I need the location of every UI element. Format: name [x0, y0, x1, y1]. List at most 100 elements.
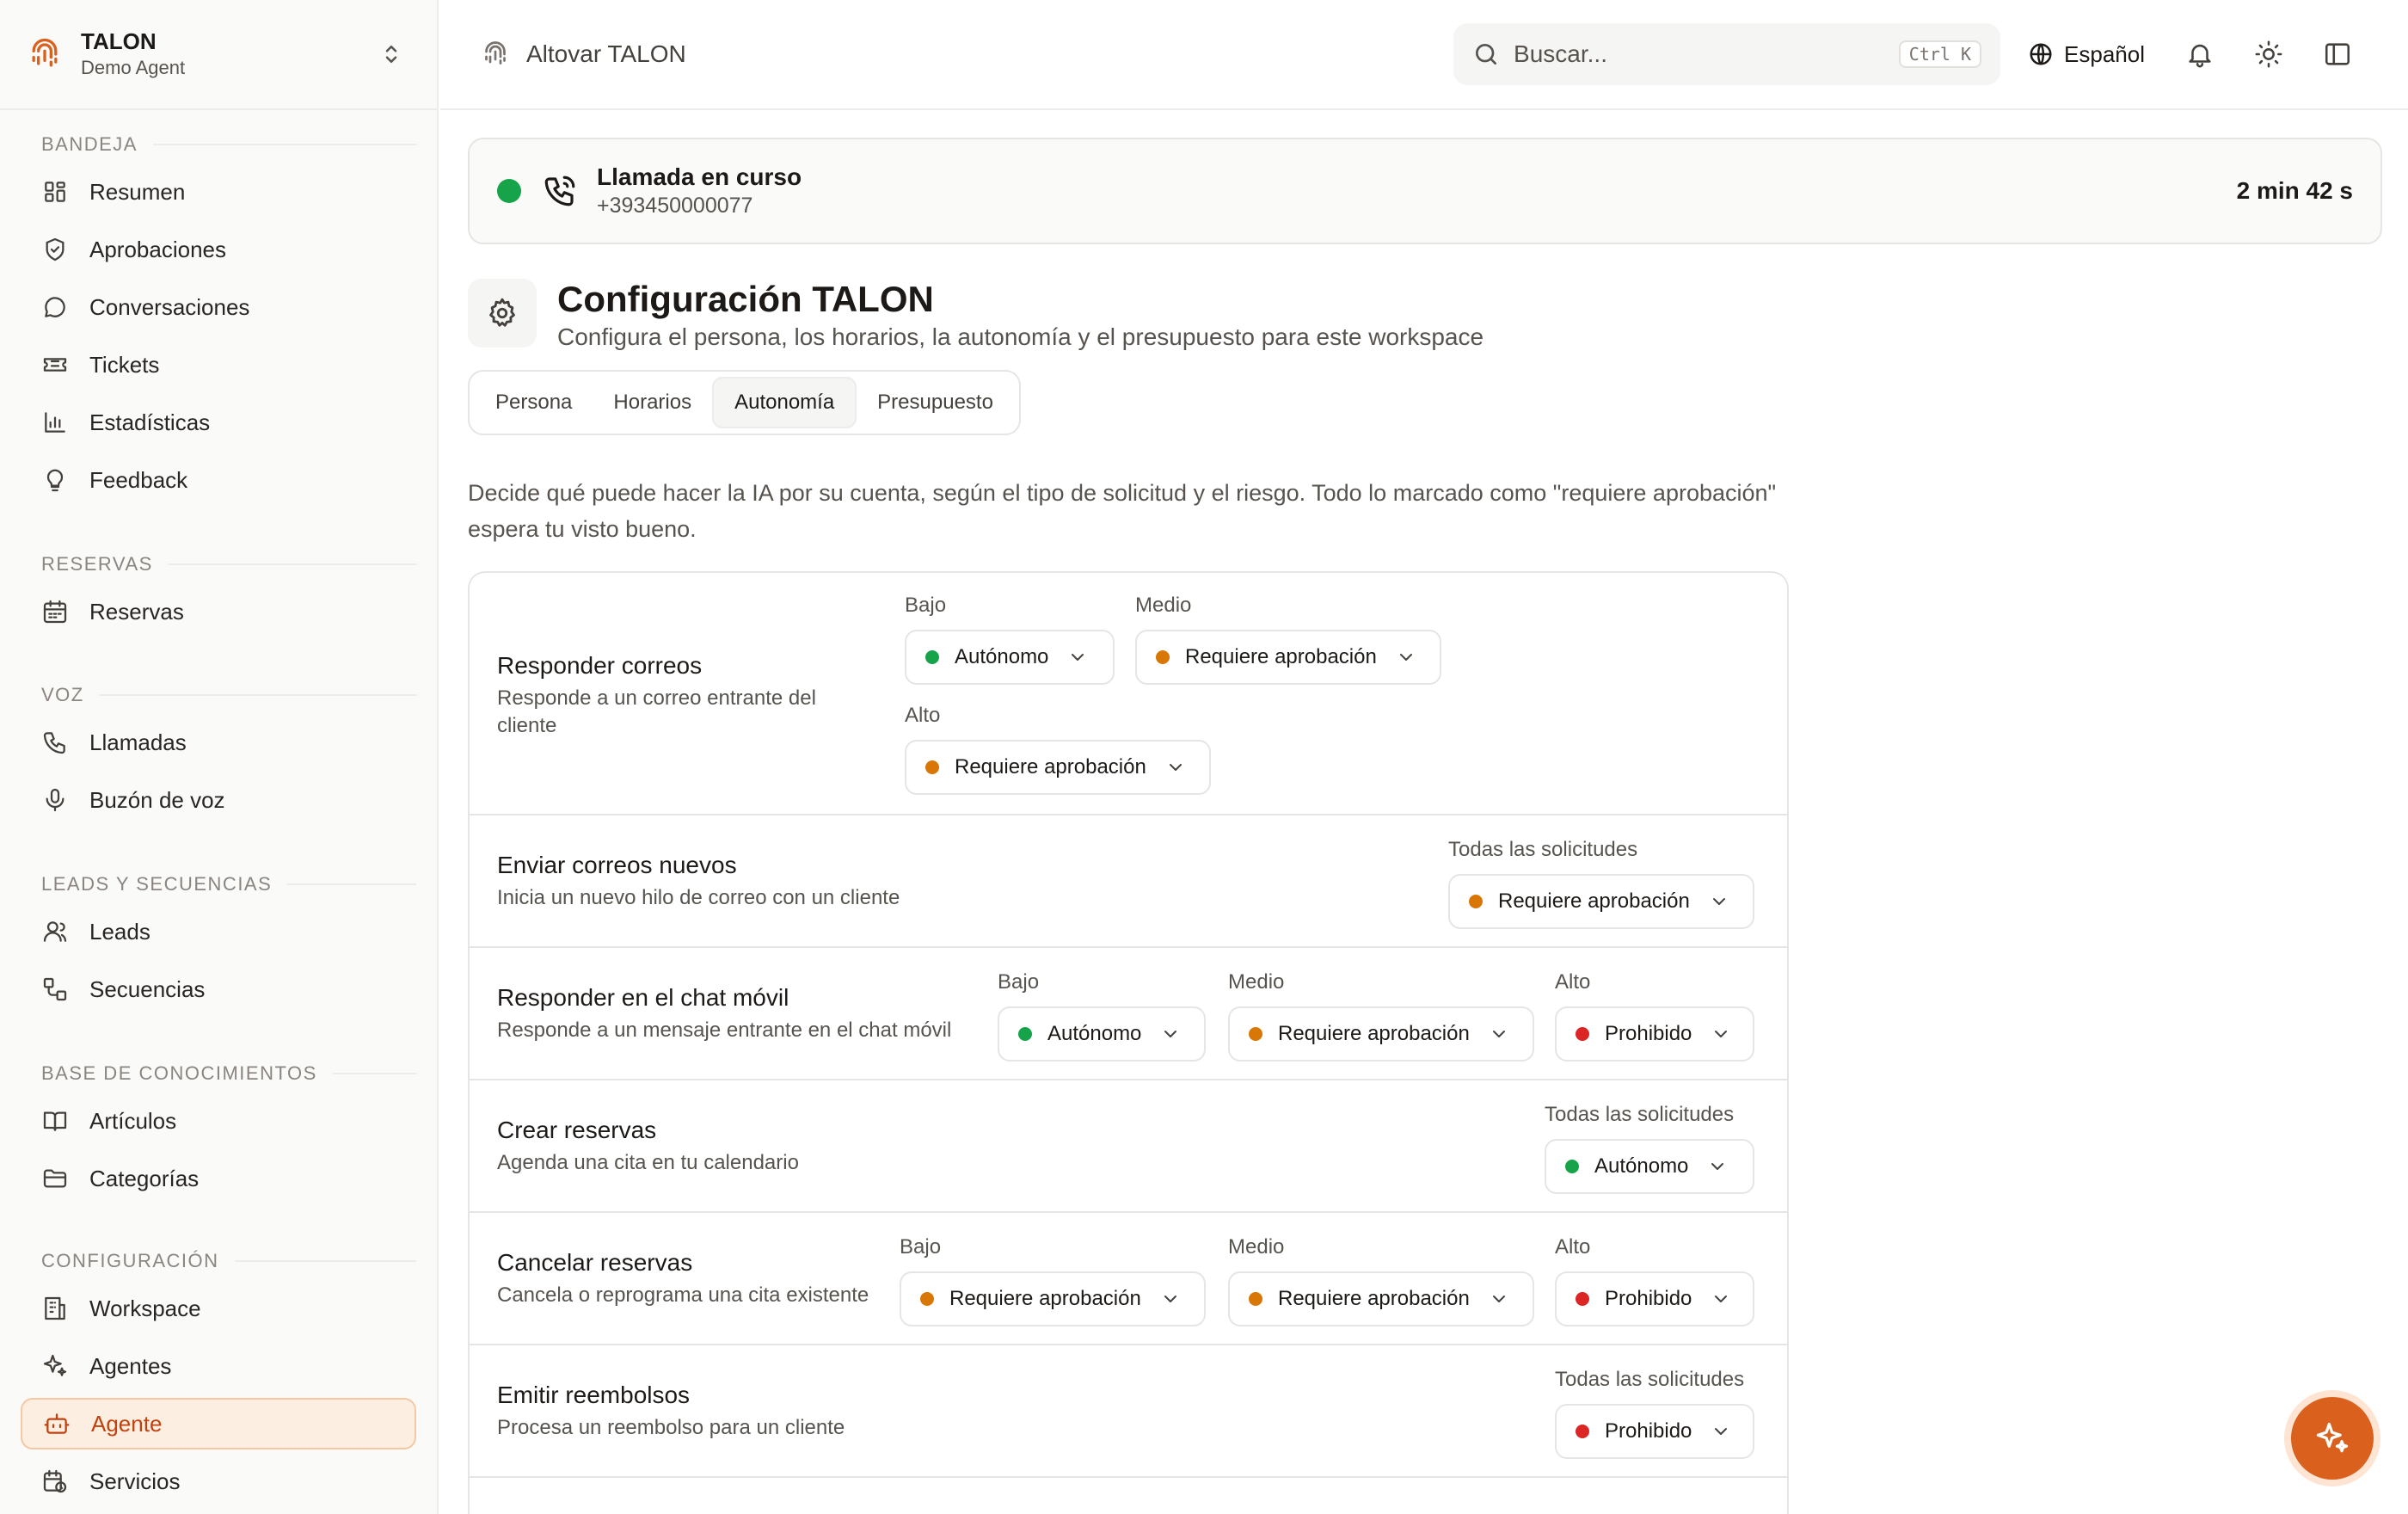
autonomy-select[interactable]: Requiere aprobación [900, 1271, 1206, 1326]
risk-level-field: Alto Requiere aprobación [905, 704, 1211, 795]
ai-assistant-button[interactable] [2291, 1397, 2374, 1480]
nav-section: BANDEJA Resumen Aprobaciones Conversaciones… [21, 129, 416, 506]
autonomy-select[interactable]: Prohibido [1555, 1271, 1754, 1326]
sidebar-item-agente[interactable]: Agente [21, 1398, 416, 1449]
status-dot [1576, 1292, 1589, 1306]
chevron-down-icon [1067, 647, 1088, 668]
autonomy-rule-row: Cancelar reservas Cancela o reprograma un… [470, 1211, 1787, 1344]
panel-toggle-button[interactable] [2320, 37, 2355, 71]
ticket-icon [41, 351, 69, 378]
active-call-banner[interactable]: Llamada en curso +393450000077 2 min 42 … [468, 138, 2382, 244]
nav-section-label: LEADS Y SECUENCIAS [41, 873, 273, 895]
tab-persona[interactable]: Persona [475, 377, 593, 428]
autonomy-select[interactable]: Requiere aprobación [1228, 1271, 1534, 1326]
sidebar-item-label: Agente [91, 1410, 163, 1437]
sparkles-icon [2313, 1419, 2351, 1457]
sidebar-item-feedback[interactable]: Feedback [21, 454, 416, 506]
rule-description: Responde a un mensaje entrante en el cha… [497, 1019, 952, 1042]
language-selector[interactable]: Español [2028, 41, 2145, 68]
autonomy-rules-table: Responder correos Responde a un correo en… [468, 571, 1789, 1514]
sidebar-item-label: Buzón de voz [89, 786, 225, 813]
autonomy-select[interactable]: Requiere aprobación [1135, 630, 1441, 685]
sidebar-item-label: Estadísticas [89, 409, 211, 435]
nav-section: VOZ Llamadas Buzón de voz [21, 680, 416, 826]
building-icon [41, 1295, 69, 1322]
topbar: Altovar TALON Buscar... Ctrl K Español [440, 0, 2408, 110]
sidebar-item-leads[interactable]: Leads [21, 906, 416, 957]
sidebar-item-label: Artículos [89, 1107, 177, 1134]
sidebar-item-agentes[interactable]: Agentes [21, 1340, 416, 1392]
sidebar-item-tickets[interactable]: Tickets [21, 339, 416, 391]
risk-level-label: Alto [905, 704, 941, 727]
tab-horarios[interactable]: Horarios [593, 377, 712, 428]
notifications-button[interactable] [2183, 37, 2217, 71]
search-placeholder: Buscar... [1514, 40, 1607, 67]
sun-icon [2254, 40, 2283, 69]
theme-toggle-button[interactable] [2251, 37, 2286, 71]
sidebar-item-workspace[interactable]: Workspace [21, 1283, 416, 1334]
autonomy-value: Autónomo [955, 645, 1049, 668]
shield-check-icon [41, 236, 69, 263]
sidebar-item-resumen[interactable]: Resumen [21, 166, 416, 218]
call-number: +393450000077 [597, 194, 753, 218]
workspace-agent: Demo Agent [81, 57, 186, 78]
risk-level-field: Medio Requiere aprobación [1228, 970, 1534, 1062]
autonomy-rule-row [470, 1476, 1787, 1514]
sidebar-item-aprobaciones[interactable]: Aprobaciones [21, 224, 416, 275]
nav-section-label: CONFIGURACIÓN [41, 1250, 219, 1271]
chevron-down-icon [1709, 891, 1729, 912]
sidebar-item-label: Leads [89, 918, 150, 945]
search-input[interactable]: Buscar... Ctrl K [1453, 23, 2001, 85]
gear-icon [486, 297, 519, 329]
autonomy-select[interactable]: Requiere aprobación [905, 740, 1211, 795]
autonomy-select[interactable]: Prohibido [1555, 1006, 1754, 1062]
nav-section: CONFIGURACIÓN Workspace Agentes Agente Servi… [21, 1246, 416, 1507]
workspace-switcher[interactable]: TALON Demo Agent [0, 0, 437, 110]
chevron-down-icon [1711, 1024, 1731, 1044]
status-dot [1018, 1027, 1032, 1041]
rule-title: Emitir reembolsos [497, 1382, 691, 1408]
autonomy-select[interactable]: Autónomo [998, 1006, 1206, 1062]
tab-presupuesto[interactable]: Presupuesto [857, 377, 1014, 428]
chevron-up-down-icon[interactable] [378, 41, 404, 67]
sidebar-item-categorias[interactable]: Categorías [21, 1153, 416, 1204]
sidebar-item-conversaciones[interactable]: Conversaciones [21, 281, 416, 333]
risk-level-field: Bajo Autónomo [998, 970, 1206, 1062]
sidebar-item-label: Feedback [89, 466, 188, 493]
book-icon [41, 1107, 69, 1135]
chevron-down-icon [1489, 1024, 1509, 1044]
sequence-icon [41, 975, 69, 1003]
autonomy-select[interactable]: Requiere aprobación [1228, 1006, 1534, 1062]
nav-section: BASE DE CONOCIMIENTOS Artículos Categorías [21, 1058, 416, 1204]
sidebar-item-reservas[interactable]: Reservas [21, 586, 416, 637]
rule-title: Crear reservas [497, 1117, 657, 1143]
section-divider [168, 563, 416, 565]
sidebar-item-estadisticas[interactable]: Estadísticas [21, 397, 416, 448]
sidebar-item-articulos[interactable]: Artículos [21, 1095, 416, 1147]
phone-call-icon [542, 173, 578, 209]
risk-level-label: Bajo [905, 594, 947, 617]
sidebar-item-secuencias[interactable]: Secuencias [21, 963, 416, 1015]
workspace-name: TALON [81, 28, 157, 54]
sidebar-item-buzon-de-voz[interactable]: Buzón de voz [21, 774, 416, 826]
sparkles-icon [41, 1352, 69, 1380]
nav-section-title: RESERVAS [21, 549, 416, 580]
autonomy-rule-row: Responder correos Responde a un correo en… [470, 573, 1787, 814]
page-title: Configuración TALON [557, 279, 934, 319]
sidebar-item-servicios[interactable]: Servicios [21, 1456, 416, 1507]
rule-description: Responde a un correo entrante del client… [497, 686, 816, 737]
tab-autonomia[interactable]: Autonomía [712, 377, 857, 428]
autonomy-select[interactable]: Autónomo [905, 630, 1115, 685]
sidebar-panel-icon [2323, 40, 2352, 69]
chevron-down-icon [1165, 757, 1186, 778]
autonomy-value: Prohibido [1605, 1419, 1692, 1443]
autonomy-select[interactable]: Prohibido [1555, 1404, 1754, 1459]
autonomy-select[interactable]: Autónomo [1545, 1139, 1754, 1194]
autonomy-select[interactable]: Requiere aprobación [1448, 874, 1754, 929]
rule-title: Responder correos [497, 652, 703, 679]
rule-title: Responder en el chat móvil [497, 984, 789, 1011]
status-dot [1565, 1160, 1579, 1173]
risk-level-label: Alto [1555, 1235, 1591, 1259]
autonomy-value: Requiere aprobación [949, 1287, 1141, 1310]
sidebar-item-llamadas[interactable]: Llamadas [21, 717, 416, 768]
